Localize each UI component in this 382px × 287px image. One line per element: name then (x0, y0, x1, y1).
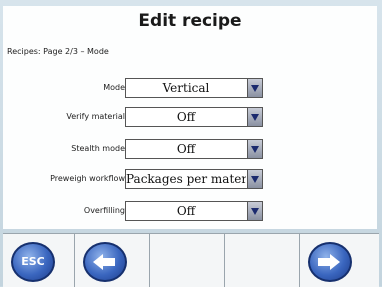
arrow-left-icon (93, 254, 117, 270)
page-title: Edit recipe (138, 11, 242, 31)
back-button[interactable] (83, 242, 127, 282)
softkey-bar: ESC (3, 233, 379, 287)
esc-icon: ESC (21, 255, 45, 268)
stealth-mode-select[interactable]: Off (125, 139, 263, 159)
edit-recipe-panel: Edit recipe Recipes: Page 2/3 – Mode Mod… (3, 6, 377, 229)
stealth-mode-select-value: Off (176, 142, 196, 156)
overfilling-select[interactable]: Off (125, 201, 263, 221)
overfilling-select-value: Off (176, 204, 196, 218)
field-row-mode: Mode Vertical (3, 78, 377, 100)
field-row-overfilling: Overfilling Off (3, 201, 377, 223)
field-label-preweigh-workflow: Preweigh workflow (50, 174, 125, 183)
softkey-back[interactable] (75, 234, 150, 287)
softkey-esc[interactable]: ESC (3, 234, 75, 287)
preweigh-workflow-select-value: Packages per material (126, 172, 246, 186)
chevron-down-icon[interactable] (247, 79, 262, 97)
softkey-empty-1[interactable] (150, 234, 225, 287)
mode-select[interactable]: Vertical (125, 78, 263, 98)
verify-material-select-value: Off (176, 110, 196, 124)
screen: Edit recipe Recipes: Page 2/3 – Mode Mod… (0, 0, 382, 287)
softkey-next[interactable] (300, 234, 379, 287)
chevron-down-icon[interactable] (247, 170, 262, 188)
softkey-empty-2[interactable] (225, 234, 300, 287)
field-label-stealth-mode: Stealth mode (71, 144, 125, 153)
next-button[interactable] (308, 242, 352, 282)
chevron-down-icon[interactable] (247, 140, 262, 158)
verify-material-select[interactable]: Off (125, 107, 263, 127)
field-label-mode: Mode (103, 83, 125, 92)
field-label-verify-material: Verify material (66, 112, 125, 121)
preweigh-workflow-select[interactable]: Packages per material (125, 169, 263, 189)
chevron-down-icon[interactable] (247, 202, 262, 220)
page-subtitle: Recipes: Page 2/3 – Mode (7, 47, 109, 56)
field-row-stealth-mode: Stealth mode Off (3, 139, 377, 161)
field-row-verify-material: Verify material Off (3, 107, 377, 129)
field-row-preweigh-workflow: Preweigh workflow Packages per material (3, 169, 377, 191)
esc-button[interactable]: ESC (11, 242, 55, 282)
field-label-overfilling: Overfilling (83, 206, 125, 215)
arrow-right-icon (318, 254, 342, 270)
mode-select-value: Vertical (162, 81, 210, 95)
chevron-down-icon[interactable] (247, 108, 262, 126)
